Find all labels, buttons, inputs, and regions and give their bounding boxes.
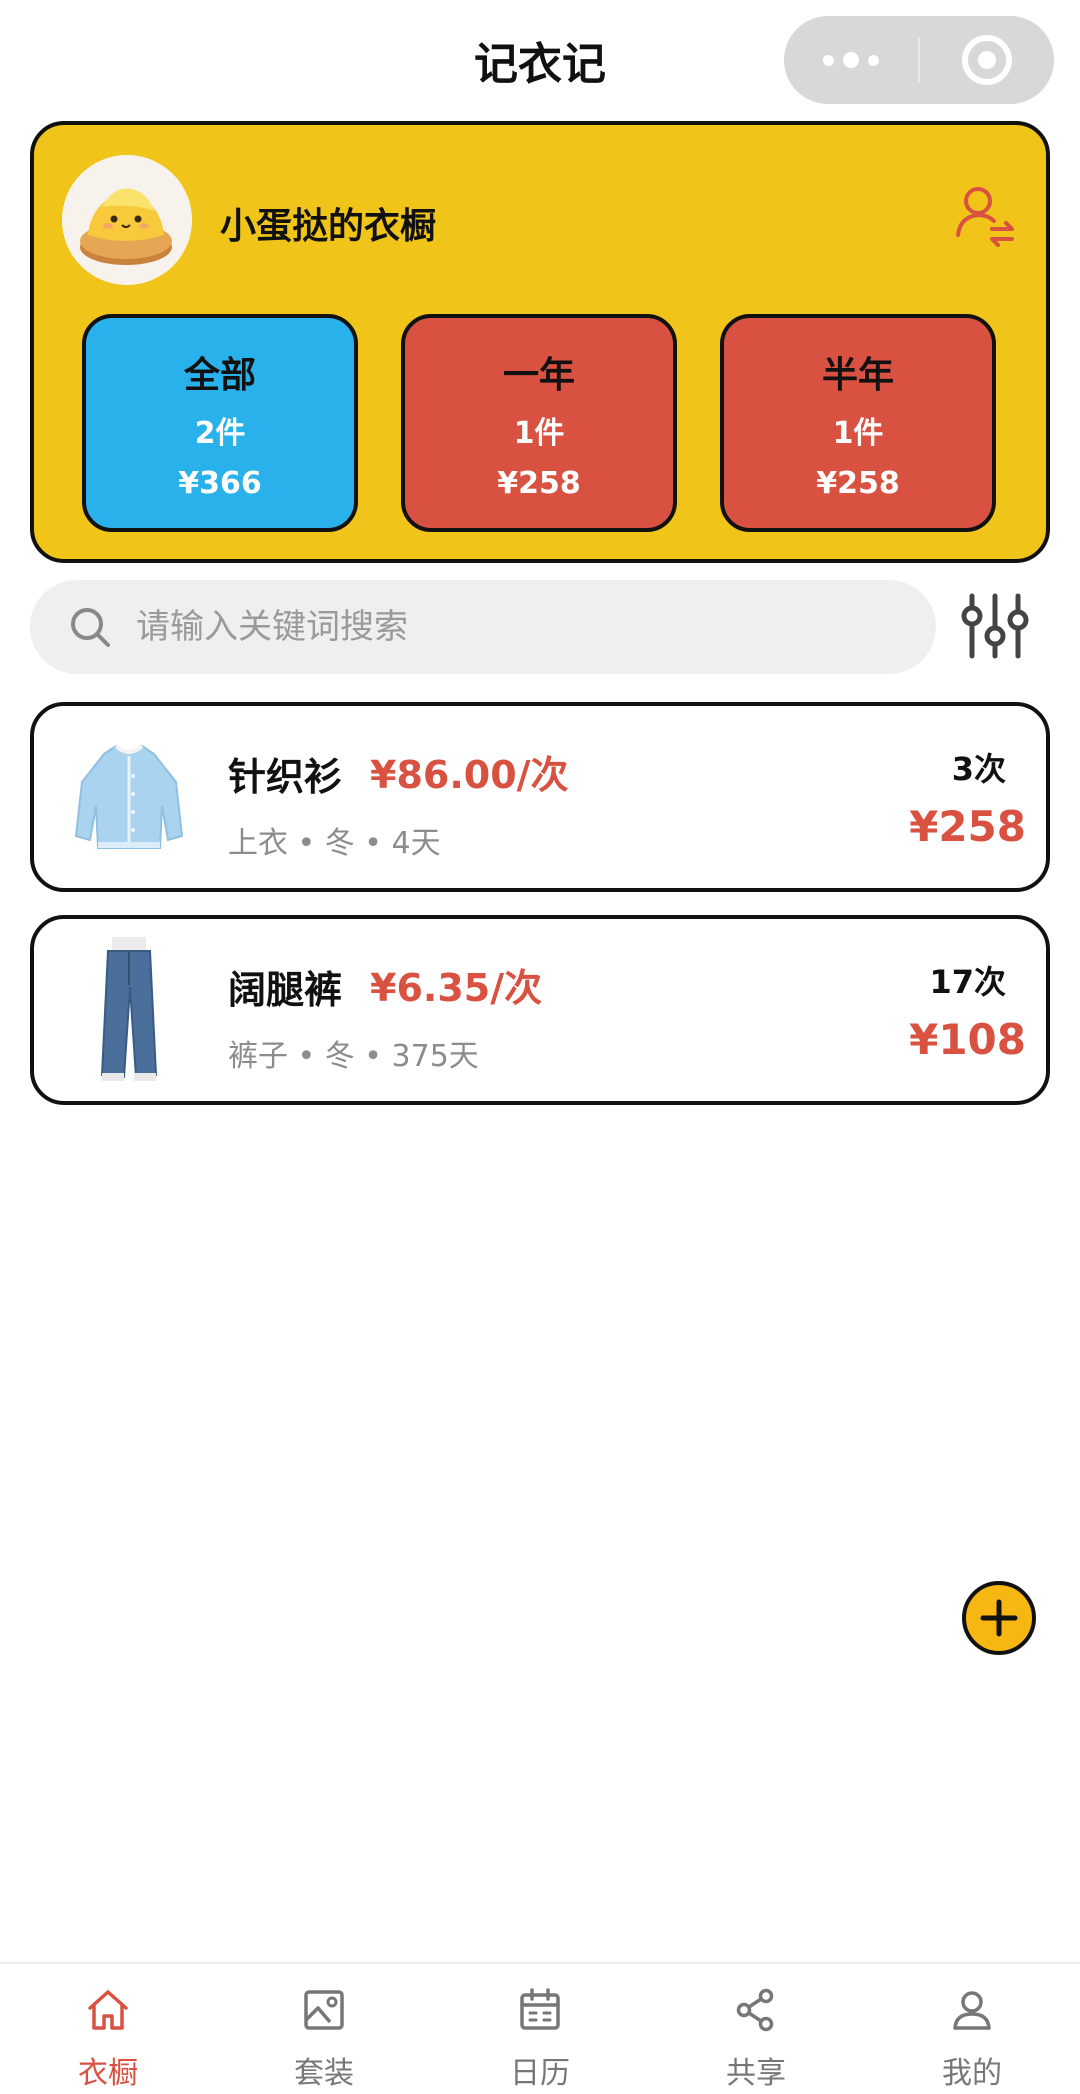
stat-card-all[interactable]: 全部 2件 ¥366 bbox=[82, 314, 358, 532]
tab-label: 我的 bbox=[942, 2056, 1002, 2091]
stat-count: 1件 bbox=[513, 416, 565, 451]
search-bar bbox=[30, 580, 936, 674]
user-icon bbox=[953, 1991, 991, 2030]
switch-user-icon bbox=[956, 187, 1014, 247]
wardrobe-name: 小蛋挞的衣橱 bbox=[220, 206, 437, 247]
add-clothing-button[interactable] bbox=[962, 1581, 1036, 1655]
egg-tart-avatar-icon bbox=[62, 155, 192, 285]
tab-share[interactable]: 共享 bbox=[648, 1964, 864, 2094]
item-name: 阔腿裤 bbox=[228, 968, 343, 1012]
more-dots-icon-center bbox=[843, 52, 859, 68]
search-input[interactable] bbox=[136, 580, 896, 674]
search-icon bbox=[71, 608, 110, 647]
stat-amount: ¥258 bbox=[816, 466, 900, 501]
tab-label: 共享 bbox=[726, 2056, 786, 2091]
stat-label: 半年 bbox=[821, 355, 894, 396]
wardrobe-summary-card: 小蛋挞的衣橱 全部 2件 ¥366 一年 1件 ¥258 半年 1件 ¥258 bbox=[30, 121, 1050, 563]
tab-outfits[interactable]: 套装 bbox=[216, 1964, 432, 2094]
image-icon bbox=[304, 1990, 344, 2030]
close-mini-program-button[interactable] bbox=[920, 16, 1054, 104]
stat-amount: ¥258 bbox=[497, 466, 581, 501]
stat-count: 1件 bbox=[832, 416, 884, 451]
tab-calendar[interactable]: 日历 bbox=[432, 1964, 648, 2094]
item-cost-per-wear: ¥86.00/次 bbox=[370, 753, 569, 797]
share-icon bbox=[736, 1988, 774, 2032]
tab-label: 日历 bbox=[510, 2056, 570, 2091]
calendar-icon bbox=[520, 1988, 560, 2030]
stat-amount: ¥366 bbox=[178, 466, 262, 501]
stat-count: 2件 bbox=[194, 416, 246, 451]
more-menu-button[interactable] bbox=[784, 16, 918, 104]
close-circle-icon bbox=[962, 35, 1012, 85]
item-price: ¥108 bbox=[909, 1015, 1026, 1064]
clothing-item-card[interactable]: 阔腿裤 ¥6.35/次 裤子 • 冬 • 375天 17次 ¥108 bbox=[30, 915, 1050, 1105]
nav-bar: 记衣记 bbox=[0, 0, 1080, 120]
more-dots-icon-right bbox=[868, 54, 879, 66]
tab-label: 衣橱 bbox=[78, 2056, 138, 2091]
cardigan-icon bbox=[74, 744, 184, 849]
switch-user-button[interactable] bbox=[952, 181, 1018, 247]
stat-card-one-year[interactable]: 一年 1件 ¥258 bbox=[401, 314, 677, 532]
item-name: 针织衫 bbox=[228, 755, 343, 799]
avatar[interactable] bbox=[62, 155, 192, 285]
mini-program-capsule bbox=[784, 16, 1054, 104]
item-meta: 裤子 • 冬 • 375天 bbox=[228, 1039, 479, 1074]
filter-sliders-icon bbox=[961, 593, 1029, 659]
filter-button[interactable] bbox=[960, 590, 1030, 662]
item-wear-count: 3次 bbox=[951, 750, 1006, 788]
tab-wardrobe[interactable]: 衣橱 bbox=[0, 1964, 216, 2094]
bottom-tab-bar: 衣橱 套装 日历 共享 我的 bbox=[0, 1962, 1080, 2094]
item-cost-per-wear: ¥6.35/次 bbox=[370, 966, 543, 1010]
stat-label: 一年 bbox=[502, 355, 575, 396]
tab-label: 套装 bbox=[294, 2056, 354, 2091]
tab-mine[interactable]: 我的 bbox=[864, 1964, 1080, 2094]
plus-icon bbox=[980, 1599, 1018, 1637]
jeans-icon bbox=[100, 937, 158, 1081]
home-icon bbox=[88, 1990, 128, 2030]
stat-label: 全部 bbox=[183, 355, 256, 396]
more-dots-icon bbox=[823, 54, 834, 66]
stat-card-half-year[interactable]: 半年 1件 ¥258 bbox=[720, 314, 996, 532]
item-wear-count: 17次 bbox=[929, 963, 1006, 1001]
item-meta: 上衣 • 冬 • 4天 bbox=[228, 826, 441, 861]
clothing-item-card[interactable]: 针织衫 ¥86.00/次 上衣 • 冬 • 4天 3次 ¥258 bbox=[30, 702, 1050, 892]
item-price: ¥258 bbox=[909, 802, 1026, 851]
